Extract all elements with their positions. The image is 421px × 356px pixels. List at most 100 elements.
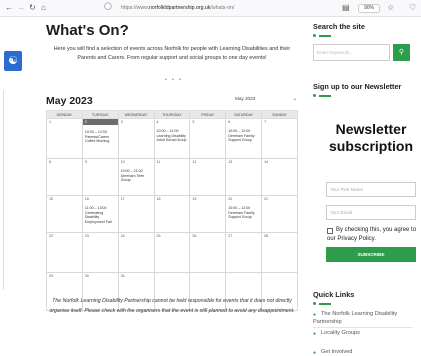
search-icon: ⚲ xyxy=(398,49,405,56)
zoom-indicator[interactable]: 90% xyxy=(358,4,380,13)
reload-icon[interactable]: ↻ xyxy=(29,3,36,13)
calendar-day-cell[interactable]: 11 xyxy=(153,158,191,196)
day-number: 10 xyxy=(120,160,125,164)
calendar-day-cell[interactable]: 6 10:00 – 12:00 Dereham Family Support Gr… xyxy=(225,118,263,159)
calendar-day-cell[interactable]: 24 xyxy=(117,232,155,273)
calendar-week-row: 15 16 11:00 – 13:00 Celebrating Disability… xyxy=(46,195,298,233)
heading-accent-dot xyxy=(313,34,316,37)
calendar-day-cell[interactable]: 4 10:00 – 12:00 Learning Disability Adult… xyxy=(153,118,191,159)
home-icon[interactable]: ⌂ xyxy=(41,3,46,13)
month-select[interactable]: May 2023 ⌄ xyxy=(233,95,299,103)
newsletter-heading: Sign up to our Newsletter xyxy=(313,82,402,91)
day-number: 1 xyxy=(49,120,51,124)
calendar-title: May 2023 xyxy=(46,95,93,107)
email-field[interactable]: Your Email xyxy=(326,205,416,220)
day-number: 21 xyxy=(264,197,269,201)
day-number: 29 xyxy=(49,274,53,278)
search-input[interactable]: Enter Keywords... xyxy=(313,44,390,61)
calendar-event[interactable]: 10:00 – 12:00 Dereham Family Support Gro… xyxy=(228,129,259,143)
page-title: What's On? xyxy=(46,22,129,39)
weekday-header: SUNDAY xyxy=(261,110,298,119)
weekday-header: THURSDAY xyxy=(153,110,191,119)
day-number: 24 xyxy=(120,234,125,238)
consent-checkbox[interactable] xyxy=(327,228,333,234)
quick-link-item[interactable]: The Norfolk Learning Disability Partners… xyxy=(313,310,421,326)
calendar-day-cell[interactable]: 8 xyxy=(46,158,83,196)
calendar-day-cell[interactable]: 2 10:00 – 12:00 Parents/Carers Coffee Mor… xyxy=(81,118,119,159)
calendar-day-cell[interactable]: 13 xyxy=(225,158,263,196)
month-select-value: May 2023 xyxy=(235,96,256,101)
bookmark-star-icon[interactable]: ☆ xyxy=(387,3,394,13)
calendar-day-cell[interactable]: 26 xyxy=(189,232,227,273)
day-number: 4 xyxy=(156,120,159,124)
calendar-day-cell[interactable]: 14 xyxy=(261,158,298,196)
shield-lock-icon[interactable]: ◯ xyxy=(104,2,112,10)
intro-text: Here you will find a selection of events… xyxy=(53,46,291,61)
weekday-header: TUESDAY xyxy=(81,110,119,119)
day-number: 7 xyxy=(264,120,267,124)
day-number: 31 xyxy=(120,274,125,278)
calendar-day-cell[interactable]: 25 xyxy=(153,232,191,273)
day-number: 12 xyxy=(192,160,197,164)
heading-accent-line xyxy=(319,35,331,37)
calendar-day-cell[interactable]: 12 xyxy=(189,158,227,196)
calendar-day-cell[interactable]: 21 xyxy=(261,195,298,233)
subscribe-button[interactable]: SUBSCRIBE xyxy=(326,247,416,262)
day-number: 18 xyxy=(156,197,161,201)
quick-link-item[interactable]: Get Involved xyxy=(313,348,421,356)
day-number: 13 xyxy=(228,160,233,164)
calendar-day-cell[interactable]: 9 xyxy=(81,158,119,196)
calendar-day-cell[interactable]: 27 xyxy=(225,232,263,273)
heading-accent-line xyxy=(319,95,331,97)
pocket-icon[interactable]: ♡ xyxy=(409,3,416,13)
accessibility-button[interactable]: ☯ xyxy=(4,51,22,71)
day-number: 22 xyxy=(49,234,53,238)
weekday-header: SATURDAY xyxy=(225,110,263,119)
calendar-day-cell[interactable]: 3 xyxy=(117,118,155,159)
calendar-event[interactable]: 10:00 – 12:00 Learning Disability Adult … xyxy=(157,129,188,143)
browser-toolbar: ← → ↻ ⌂ ◯ https://www.norfolkldpartnersh… xyxy=(0,0,421,17)
calendar-day-cell[interactable]: 16 11:00 – 13:00 Celebrating Disability E… xyxy=(81,195,119,233)
calendar-day-cell[interactable]: 7 xyxy=(261,118,298,159)
calendar-day-cell[interactable]: 18 xyxy=(153,195,191,233)
calendar-day-cell[interactable]: 17 xyxy=(117,195,155,233)
disclaimer-text: The Norfolk Learning Disability Partners… xyxy=(49,298,295,314)
calendar-grid: MONDAY TUESDAY WEDNESDAY THURSDAY FRIDAY… xyxy=(46,110,298,311)
calendar-event[interactable]: 11:00 – 13:00 Celebrating Disability Emp… xyxy=(85,206,116,224)
day-number: 25 xyxy=(156,234,161,238)
calendar-day-cell[interactable]: 10 19:00 – 21:00 Dereham Teen Group xyxy=(117,158,155,196)
day-number: 28 xyxy=(264,234,269,238)
day-number: 3 xyxy=(120,120,123,124)
url-bar[interactable]: https://www.norfolkldpartnership.org.uk/… xyxy=(121,3,303,14)
chevron-down-icon: ⌄ xyxy=(292,96,297,102)
accessibility-icon: ☯ xyxy=(8,55,18,67)
search-heading: Search the site xyxy=(313,22,365,31)
calendar-day-cell[interactable]: 28 xyxy=(261,232,298,273)
calendar-week-row: 1 2 10:00 – 12:00 Parents/Carers Coffee Mo… xyxy=(46,118,298,159)
calendar-day-cell[interactable]: 5 xyxy=(189,118,227,159)
calendar-event[interactable]: 19:00 – 21:00 Dereham Teen Group xyxy=(121,169,152,183)
quick-links-heading: Quick Links xyxy=(313,290,355,299)
calendar-day-cell[interactable]: 1 xyxy=(46,118,83,159)
calendar-event[interactable]: 10:00 – 12:00 Parents/Carers Coffee Morn… xyxy=(85,130,116,144)
day-number: 30 xyxy=(84,274,89,278)
calendar-day-cell[interactable]: 22 xyxy=(46,232,83,273)
calendar-day-cell[interactable]: 19 xyxy=(189,195,227,233)
calendar-day-cell[interactable]: 15 xyxy=(46,195,83,233)
newsletter-box-title: Newsletter subscription xyxy=(328,121,413,154)
calendar-week-row: 8 9 10 19:00 – 21:00 Dereham Teen Group 11 12… xyxy=(46,158,298,196)
day-number: 23 xyxy=(84,234,89,238)
day-number: 20 xyxy=(228,197,233,201)
separator-dots: • • • xyxy=(165,77,184,83)
day-number: 14 xyxy=(264,160,269,164)
forward-icon[interactable]: → xyxy=(17,3,25,13)
search-button[interactable]: ⚲ xyxy=(393,44,410,61)
url-path: /whats-on/ xyxy=(210,5,235,11)
calendar-day-cell[interactable]: 20 10:00 – 12:00 Dereham Family Support G… xyxy=(225,195,263,233)
back-icon[interactable]: ← xyxy=(5,3,13,13)
weekday-header: WEDNESDAY xyxy=(117,110,155,119)
calendar-event[interactable]: 10:00 – 12:00 Dereham Family Support Gro… xyxy=(228,206,259,220)
reader-icon[interactable]: ▤ xyxy=(342,3,350,13)
first-name-field[interactable]: Your First Name xyxy=(326,182,416,197)
calendar-day-cell[interactable]: 23 xyxy=(81,232,119,273)
